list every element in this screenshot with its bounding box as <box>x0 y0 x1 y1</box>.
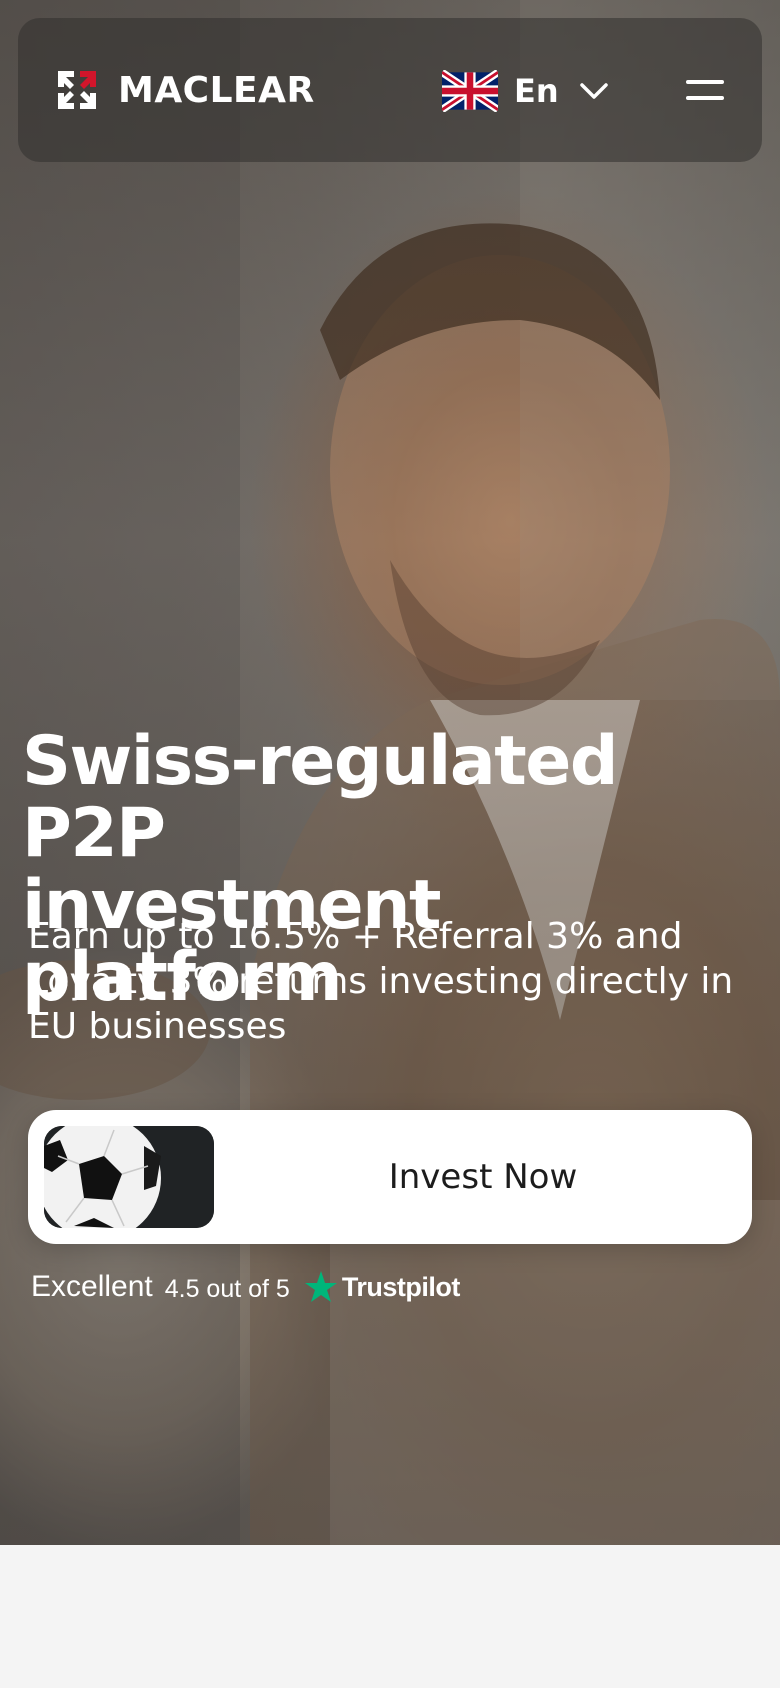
hero-subtitle: Earn up to 16.5% + Referral 3% and Loyal… <box>28 916 734 1047</box>
soccer-ball-icon <box>44 1126 214 1228</box>
maclear-logo-icon <box>58 71 96 109</box>
chevron-down-icon <box>579 83 608 99</box>
top-navigation-bar: MACLEAR En <box>18 18 762 162</box>
menu-bar-top <box>686 80 724 84</box>
hamburger-menu-icon[interactable] <box>686 78 726 104</box>
uk-flag-icon <box>442 70 498 112</box>
brand-logo[interactable]: MACLEAR <box>56 69 315 111</box>
trustpilot-star-icon <box>304 1271 337 1302</box>
rating-word: Excellent <box>31 1270 153 1303</box>
language-label: En <box>514 72 559 110</box>
invest-now-label: Invest Now <box>388 1157 578 1197</box>
soccer-ball-image <box>44 1126 214 1228</box>
trustpilot-rating[interactable]: Excellent 4.5 out of 5 Trustpilot <box>31 1270 460 1304</box>
hero-title-line-1: Swiss-regulated P2P <box>22 722 619 873</box>
language-selector[interactable]: En <box>442 70 609 112</box>
invest-now-button[interactable]: Invest Now <box>28 1110 752 1244</box>
brand-name: MACLEAR <box>118 69 315 111</box>
trustpilot-brand: Trustpilot <box>341 1271 461 1302</box>
rating-score: 4.5 out of 5 <box>164 1274 290 1303</box>
menu-bar-bottom <box>686 96 724 100</box>
hero-section: MACLEAR En Swiss-regulated P2P investmen… <box>0 0 780 1545</box>
page-content-below-hero <box>0 1545 780 1688</box>
